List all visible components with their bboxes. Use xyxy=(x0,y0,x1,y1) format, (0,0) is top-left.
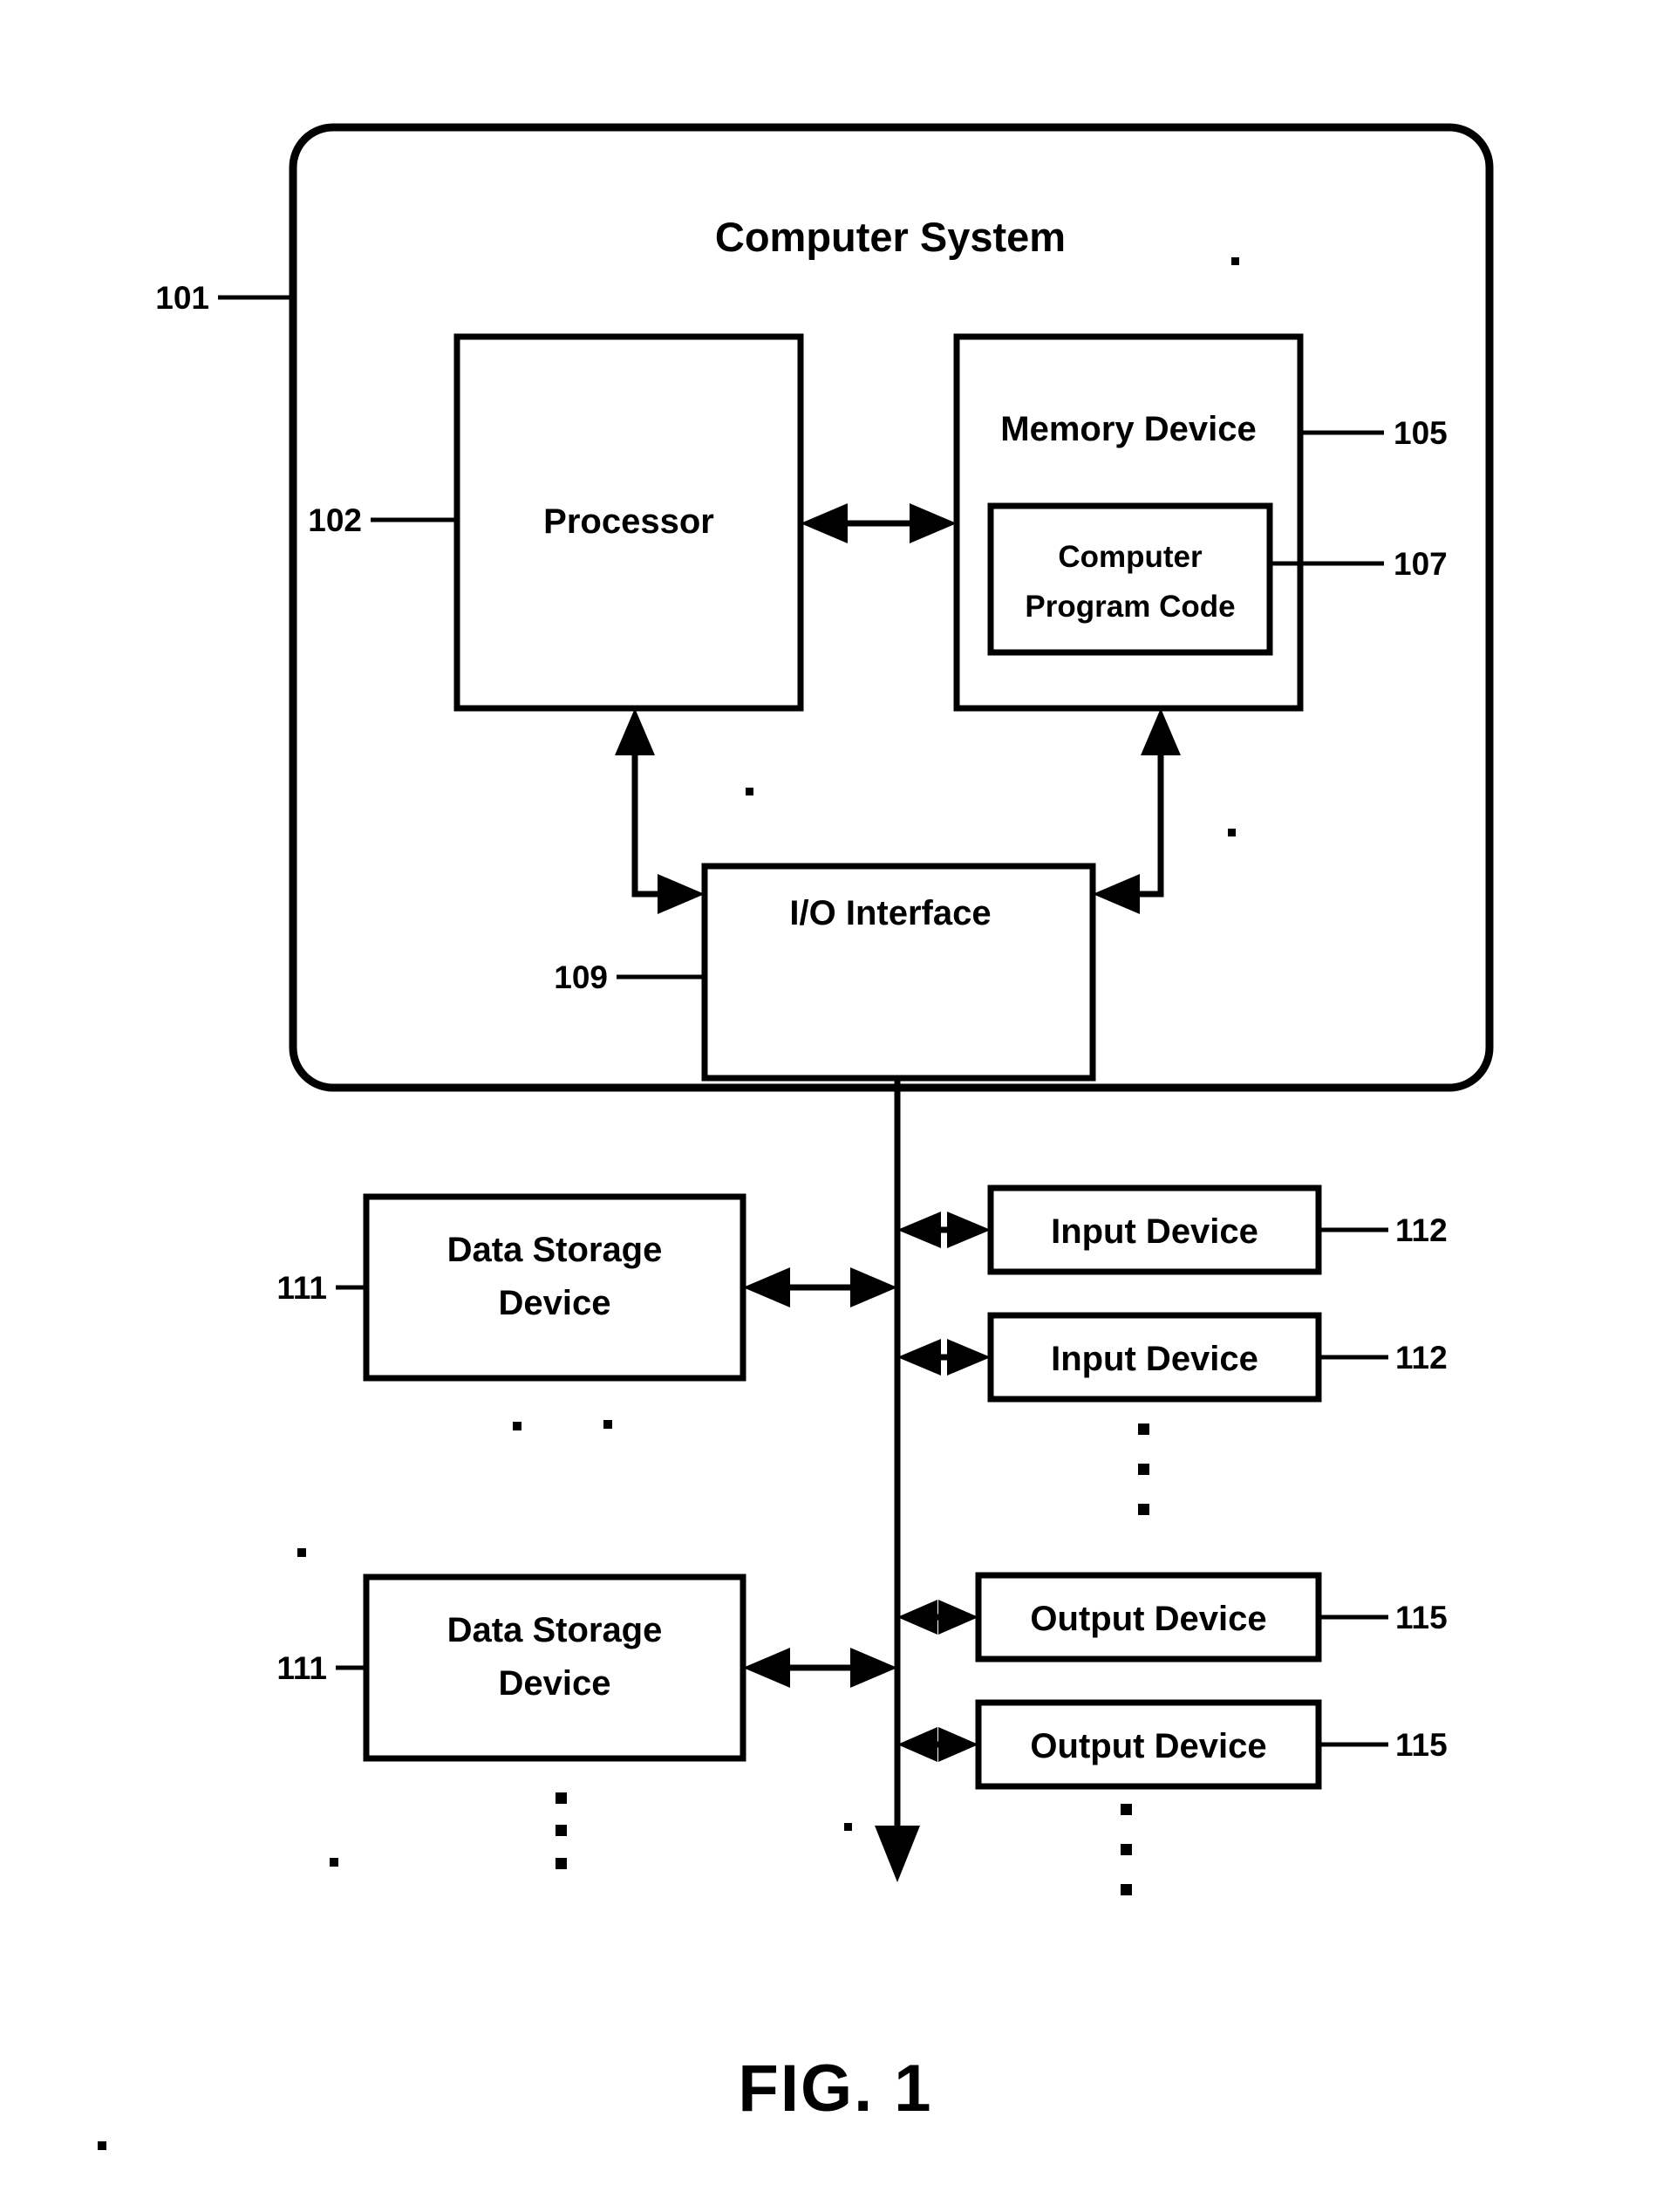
arrow-head-io-in xyxy=(658,874,705,914)
arrow-head-out1-right xyxy=(938,1600,978,1635)
data-storage-device-2-label-line2: Device xyxy=(499,1664,611,1703)
output-device-2-label: Output Device xyxy=(1030,1727,1266,1765)
input-device-2-bus-link xyxy=(897,1339,991,1376)
ref-105-number: 105 xyxy=(1394,415,1448,451)
arrow-head-out2-right xyxy=(938,1727,978,1762)
scan-speck xyxy=(297,1548,306,1557)
processor-memory-link xyxy=(801,503,957,543)
computer-program-code-box xyxy=(987,502,1273,656)
data-storage-1-bus-link xyxy=(743,1267,897,1307)
processor-label: Processor xyxy=(543,502,714,541)
ref-112-2-number: 112 xyxy=(1395,1340,1448,1376)
io-memory-path xyxy=(1119,746,1164,898)
data-storage-device-1-label-line1: Data Storage xyxy=(447,1231,663,1269)
figure-canvas: Computer System Processor Memory Device … xyxy=(98,123,1494,2150)
patent-figure-page: Computer System Processor Memory Device … xyxy=(0,0,1670,2212)
ref-109-number: 109 xyxy=(554,959,608,995)
io-interface-label: I/O Interface xyxy=(789,894,991,932)
arrow-head-memory-in xyxy=(1141,708,1181,755)
ref-115-2-number: 115 xyxy=(1395,1727,1448,1763)
arrow-head-in1-left xyxy=(897,1212,941,1248)
output-device-2-bus-link xyxy=(897,1727,978,1762)
arrow-head-out2-left xyxy=(897,1727,937,1762)
arrow-head-io-in-right xyxy=(1093,874,1140,914)
scan-speck xyxy=(1231,257,1239,265)
arrow-head-bus-bottom xyxy=(875,1826,920,1882)
ref-115-1-number: 115 xyxy=(1395,1600,1448,1635)
arrow-head-to-memory xyxy=(910,503,957,543)
scan-speck xyxy=(1228,829,1236,836)
input-device-1-bus-link xyxy=(897,1212,991,1248)
arrow-head-processor-in xyxy=(615,708,655,755)
ref-111-1-number: 111 xyxy=(276,1270,327,1306)
figure-caption: FIG. 1 xyxy=(738,2052,932,2126)
computer-program-code-label-line1: Computer xyxy=(1058,540,1203,574)
ellipsis-dot xyxy=(556,1858,567,1869)
output-device-1-label: Output Device xyxy=(1030,1600,1266,1638)
scan-speck xyxy=(844,1823,852,1831)
ref-112-1-number: 112 xyxy=(1395,1212,1448,1248)
ref-101-number: 101 xyxy=(155,280,209,316)
ellipsis-dot xyxy=(1138,1423,1149,1435)
arrow-head-in2-left xyxy=(897,1339,941,1376)
io-bus-group xyxy=(875,1078,920,1882)
data-storage-device-2-label-line1: Data Storage xyxy=(447,1611,663,1649)
data-storage-device-1-label-line2: Device xyxy=(499,1284,611,1322)
input-device-2-label: Input Device xyxy=(1051,1340,1258,1378)
computer-program-code-label-line2: Program Code xyxy=(1025,590,1235,624)
ellipsis-dot xyxy=(1138,1504,1149,1515)
ref-102-number: 102 xyxy=(308,502,362,538)
computer-system-title: Computer System xyxy=(715,214,1066,260)
io-processor-link xyxy=(615,708,705,914)
io-memory-link xyxy=(1093,708,1181,914)
data-storage-ellipsis xyxy=(556,1792,567,1869)
ellipsis-dot xyxy=(1121,1804,1132,1815)
ellipsis-dot xyxy=(556,1825,567,1836)
ellipsis-dot xyxy=(1121,1844,1132,1855)
scan-speck xyxy=(98,2141,106,2150)
io-processor-path xyxy=(631,746,678,898)
arrow-head-ds1-left xyxy=(743,1267,790,1307)
arrow-head-in2-right xyxy=(947,1339,991,1376)
ellipsis-dot xyxy=(556,1792,567,1804)
arrow-head-out1-left xyxy=(897,1600,937,1635)
arrow-head-in1-right xyxy=(947,1212,991,1248)
arrow-head-ds2-right xyxy=(850,1648,897,1688)
scan-speck xyxy=(746,788,753,795)
data-storage-2-bus-link xyxy=(743,1648,897,1688)
arrow-head-to-processor xyxy=(801,503,848,543)
scan-speck xyxy=(603,1420,612,1429)
ref-107-number: 107 xyxy=(1394,546,1448,582)
ellipsis-dot xyxy=(1138,1464,1149,1475)
scan-speck xyxy=(513,1422,521,1430)
ellipsis-dot xyxy=(1121,1884,1132,1895)
output-device-1-bus-link xyxy=(897,1600,978,1635)
memory-device-label: Memory Device xyxy=(1000,410,1256,448)
arrow-head-ds1-right xyxy=(850,1267,897,1307)
memory-device-block xyxy=(953,333,1304,712)
ref-111-2-number: 111 xyxy=(276,1650,327,1686)
input-device-1-label: Input Device xyxy=(1051,1212,1258,1251)
scan-speck xyxy=(330,1858,338,1867)
output-device-ellipsis xyxy=(1121,1804,1132,1895)
input-device-ellipsis xyxy=(1138,1423,1149,1515)
arrow-head-ds2-left xyxy=(743,1648,790,1688)
